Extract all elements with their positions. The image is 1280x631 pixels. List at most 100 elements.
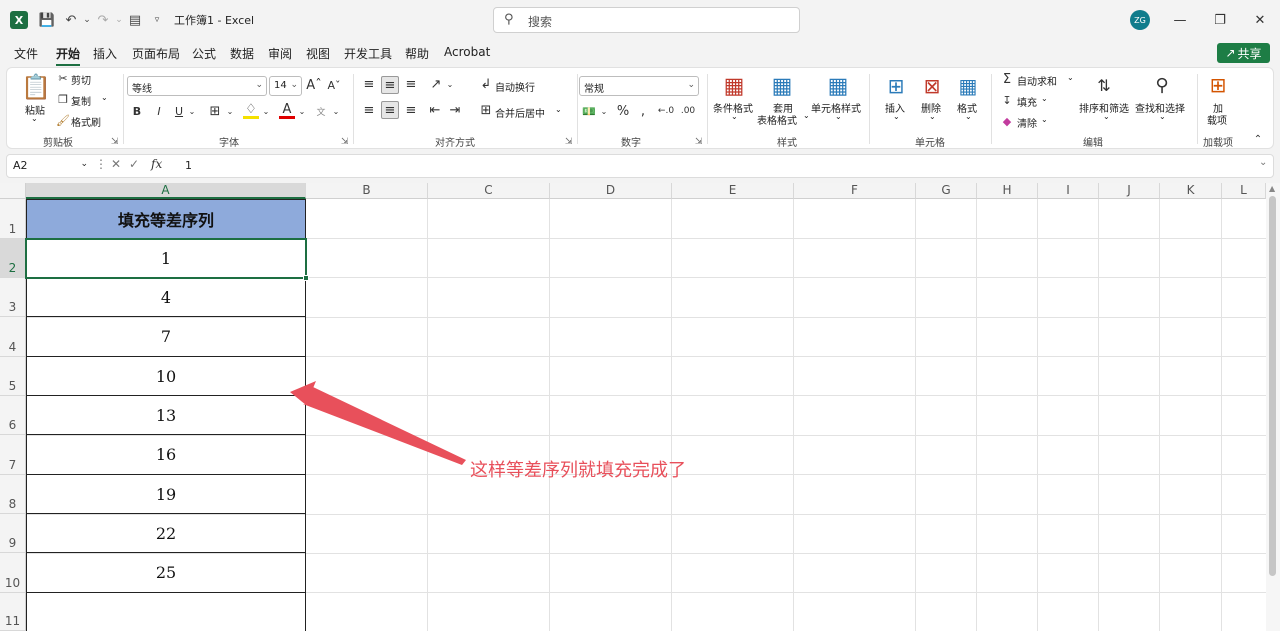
accounting-dropdown-icon[interactable]: ⌄: [599, 104, 609, 118]
row-header-2[interactable]: 2: [0, 239, 26, 278]
tab-view[interactable]: 视图: [306, 45, 330, 62]
insert-cells-icon[interactable]: ⊞: [883, 73, 909, 99]
name-box[interactable]: A2 ⌄: [7, 155, 92, 177]
row-header-11[interactable]: 11: [0, 593, 26, 631]
number-format-select[interactable]: 常规 ⌄: [579, 76, 699, 96]
decrease-decimal-icon[interactable]: .00: [679, 103, 697, 119]
format-table-dropdown-icon[interactable]: ⌄: [803, 111, 810, 120]
insert-dropdown-icon[interactable]: ⌄: [893, 112, 900, 121]
copy-button[interactable]: 复制: [71, 93, 91, 108]
clear-icon[interactable]: ◆: [1001, 114, 1013, 128]
row-header-8[interactable]: 8: [0, 475, 26, 514]
increase-font-icon[interactable]: Aˆ: [306, 77, 321, 93]
tab-help[interactable]: 帮助: [405, 45, 429, 62]
cell-styles-icon[interactable]: ▦: [825, 73, 851, 99]
conditional-format-icon[interactable]: ▦: [721, 73, 747, 99]
column-header-i[interactable]: I: [1038, 183, 1099, 199]
fill-handle[interactable]: [303, 275, 309, 281]
row-header-7[interactable]: 7: [0, 435, 26, 475]
cut-icon[interactable]: ✂: [57, 72, 69, 85]
sort-filter-icon[interactable]: ⇅: [1091, 72, 1117, 98]
select-all-corner[interactable]: [0, 183, 26, 199]
column-header-j[interactable]: J: [1099, 183, 1160, 199]
restore-icon[interactable]: ❐: [1210, 10, 1230, 30]
alignment-launcher-icon[interactable]: ⇲: [565, 137, 573, 147]
row-header-3[interactable]: 3: [0, 278, 26, 317]
phonetic-dropdown-icon[interactable]: ⌄: [331, 104, 341, 118]
minimize-icon[interactable]: —: [1170, 10, 1190, 30]
percent-icon[interactable]: %: [615, 103, 631, 119]
decrease-indent-icon[interactable]: ⇤: [427, 102, 443, 118]
column-header-b[interactable]: B: [306, 183, 428, 199]
share-button[interactable]: ↗ 共享: [1217, 43, 1270, 63]
tab-formulas[interactable]: 公式: [192, 45, 216, 62]
tab-home[interactable]: 开始: [56, 45, 81, 66]
wrap-text-icon[interactable]: ↲: [479, 76, 493, 92]
sort-dropdown-icon[interactable]: ⌄: [1103, 112, 1110, 121]
align-bottom-icon[interactable]: ≡: [403, 76, 419, 92]
confirm-entry-icon[interactable]: ✓: [129, 157, 139, 171]
column-header-l[interactable]: L: [1222, 183, 1266, 199]
collapse-ribbon-icon[interactable]: ⌃: [1251, 132, 1265, 146]
autosum-icon[interactable]: Σ: [1001, 72, 1013, 87]
cell-styles-dropdown-icon[interactable]: ⌄: [835, 112, 842, 121]
cell-a6[interactable]: 13: [26, 396, 306, 435]
find-select-icon[interactable]: ⚲: [1149, 72, 1175, 98]
cell-a9[interactable]: 22: [26, 514, 306, 553]
tab-insert[interactable]: 插入: [93, 45, 117, 62]
find-dropdown-icon[interactable]: ⌄: [1159, 112, 1166, 121]
clipboard-launcher-icon[interactable]: ⇲: [111, 137, 119, 147]
delete-dropdown-icon[interactable]: ⌄: [929, 112, 936, 121]
bold-button[interactable]: B: [131, 103, 143, 119]
scrollbar-thumb[interactable]: [1269, 196, 1276, 576]
number-launcher-icon[interactable]: ⇲: [695, 137, 703, 147]
fill-dropdown-icon[interactable]: ⌄: [1041, 94, 1048, 103]
merge-center-icon[interactable]: ⊞: [479, 102, 493, 118]
fill-color-icon[interactable]: ♢: [243, 102, 259, 119]
merge-center-button[interactable]: 合并后居中: [495, 105, 545, 120]
save-icon[interactable]: 💾: [38, 11, 56, 29]
vertical-scrollbar[interactable]: ▲: [1266, 183, 1280, 631]
fill-color-dropdown-icon[interactable]: ⌄: [261, 104, 271, 118]
merge-dropdown-icon[interactable]: ⌄: [555, 105, 562, 114]
tab-developer[interactable]: 开发工具: [344, 45, 392, 62]
underline-button[interactable]: U: [173, 103, 185, 119]
insert-function-icon[interactable]: fx: [151, 157, 162, 171]
formula-input[interactable]: 1: [185, 159, 192, 172]
decrease-font-icon[interactable]: Aˇ: [327, 77, 341, 93]
phonetic-icon[interactable]: 文: [313, 103, 329, 119]
orientation-icon[interactable]: ↗: [427, 76, 445, 92]
row-header-6[interactable]: 6: [0, 396, 26, 435]
row-header-4[interactable]: 4: [0, 317, 26, 357]
cancel-entry-icon[interactable]: ✕: [111, 157, 121, 171]
format-as-table-line2[interactable]: 表格格式: [757, 112, 797, 127]
addins-line2[interactable]: 载项: [1207, 112, 1227, 127]
column-header-k[interactable]: K: [1160, 183, 1222, 199]
avatar[interactable]: ZG: [1130, 10, 1150, 30]
fill-button[interactable]: 填充: [1017, 94, 1037, 109]
copy-dropdown-icon[interactable]: ⌄: [101, 93, 108, 102]
clear-button[interactable]: 清除: [1017, 115, 1037, 130]
italic-button[interactable]: I: [153, 103, 165, 119]
align-middle-icon[interactable]: ≡: [381, 76, 399, 94]
expand-formula-icon[interactable]: ⌄: [1259, 157, 1267, 168]
paste-icon[interactable]: 📋: [21, 72, 51, 102]
format-as-table-icon[interactable]: ▦: [769, 73, 795, 99]
column-header-g[interactable]: G: [916, 183, 977, 199]
cell-a11[interactable]: [26, 593, 306, 631]
orientation-dropdown-icon[interactable]: ⌄: [445, 77, 455, 91]
column-header-e[interactable]: E: [672, 183, 794, 199]
more-options-icon[interactable]: ⋮: [95, 157, 107, 171]
borders-icon[interactable]: ⊞: [207, 103, 223, 119]
format-painter-button[interactable]: 格式刷: [71, 114, 101, 129]
tab-file[interactable]: 文件: [14, 45, 38, 62]
close-icon[interactable]: ✕: [1250, 10, 1270, 30]
align-right-icon[interactable]: ≡: [403, 102, 419, 118]
scroll-up-icon[interactable]: ▲: [1269, 184, 1275, 193]
accounting-format-icon[interactable]: 💵: [581, 103, 597, 119]
comma-style-icon[interactable]: ,: [637, 103, 649, 119]
delete-cells-icon[interactable]: ⊠: [919, 73, 945, 99]
tab-acrobat[interactable]: Acrobat: [444, 45, 490, 59]
row-header-1[interactable]: 1: [0, 199, 26, 239]
search-box[interactable]: ⚲ 搜索: [493, 7, 800, 33]
